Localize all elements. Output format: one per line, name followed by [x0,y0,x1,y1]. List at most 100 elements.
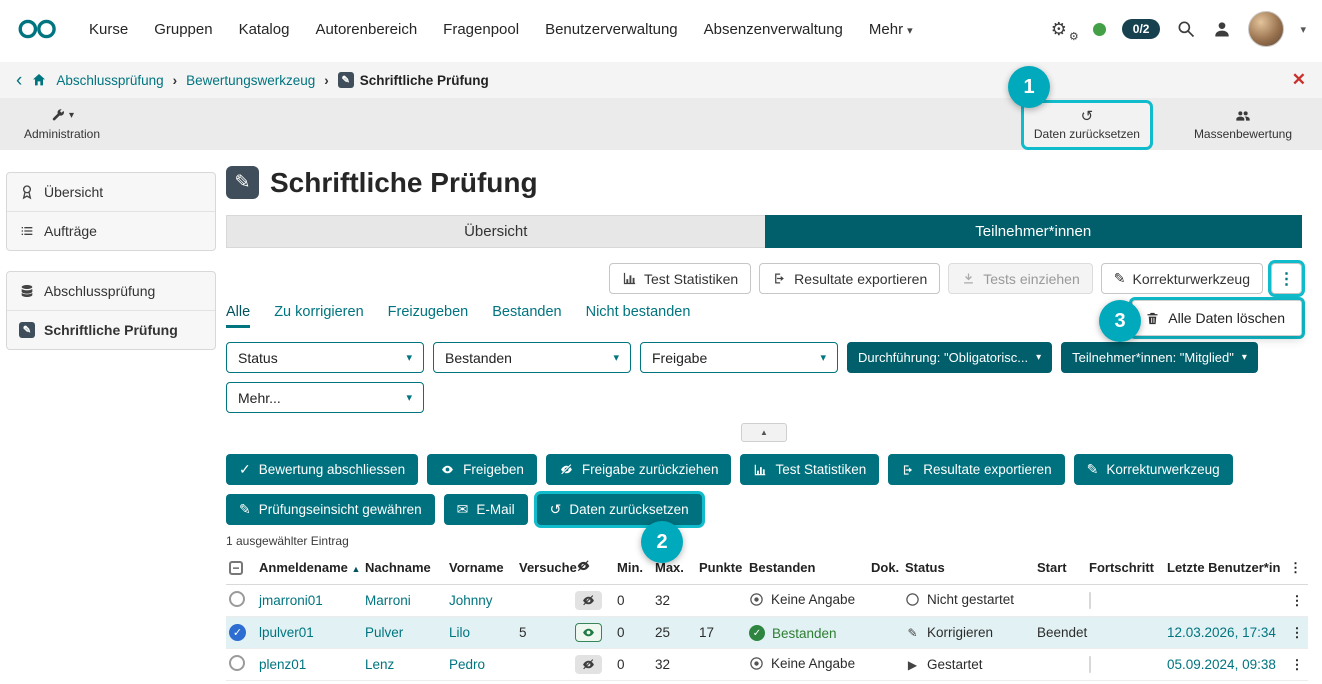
breadcrumb-current: ✎ Schriftliche Prüfung [338,72,489,88]
nav-item-fragenpool[interactable]: Fragenpool [430,13,532,46]
progress-bar [1089,656,1091,673]
nav-item-kurse[interactable]: Kurse [76,13,141,46]
nav-item-benutzerverwaltung[interactable]: Benutzerverwaltung [532,13,691,46]
column-header-start[interactable]: Start [1034,550,1086,585]
back-button[interactable]: ‹ [16,71,22,90]
column-header-nachname[interactable]: Nachname [362,550,446,585]
infinity-logo-icon[interactable] [16,17,60,41]
row-checkbox[interactable] [229,591,245,607]
login-link[interactable]: lpulver01 [259,625,314,640]
nav-item-absenzenverwaltung[interactable]: Absenzenverwaltung [691,13,856,46]
export-results-bulk-button[interactable]: Resultate exportieren [888,454,1064,485]
breadcrumb-link-abschlusspruefung[interactable]: Abschlussprüfung [56,73,163,88]
sidebar-item-schriftliche-pruefung[interactable]: ✎ Schriftliche Prüfung [7,310,215,349]
row-kebab-button[interactable]: ⋮ [1286,585,1308,617]
collapse-filters-button[interactable]: ▲ [741,423,787,442]
firstname-link[interactable]: Pedro [449,657,485,672]
last-user-link[interactable]: 05.09.2024, 09:38 [1167,657,1276,672]
menu-item-delete-all-data[interactable]: Alle Daten löschen [1132,300,1302,336]
row-checkbox-checked[interactable]: ✓ [229,624,246,641]
withdraw-release-button[interactable]: Freigabe zurückziehen [546,454,732,485]
filter-teilnehmer-active[interactable]: Teilnehmer*innen: "Mitglied" ▾ [1061,342,1258,373]
breadcrumb: ‹ Abschlussprüfung › Bewertungswerkzeug … [0,62,1322,98]
filter-tab-freizugeben[interactable]: Freizugeben [388,304,469,328]
column-header-punkte[interactable]: Punkte [696,550,746,585]
settings-gears-icon[interactable]: ⚙⚙ [1051,19,1077,40]
firstname-link[interactable]: Johnny [449,593,493,608]
eye-off-icon [575,559,592,573]
column-header-visibility[interactable] [572,550,614,585]
finish-assessment-button[interactable]: ✓ Bewertung abschliessen [226,454,418,485]
column-header-letzte-benutzerin[interactable]: Letzte Benutzer*in [1164,550,1286,585]
reset-data-toolbar-button[interactable]: ↺ Daten zurücksetzen [1024,103,1150,147]
title-row: ✎ Schriftliche Prüfung [226,166,1302,199]
column-header-versuche[interactable]: Versuche [516,550,572,585]
filter-durchfuehrung-active[interactable]: Durchführung: "Obligatorisc... ▾ [847,342,1052,373]
column-header-fortschritt[interactable]: Fortschritt [1086,550,1164,585]
row-checkbox[interactable] [229,655,245,671]
nav-item-autorenbereich[interactable]: Autorenbereich [302,13,430,46]
column-header-anmeldename[interactable]: Anmeldename ▲ [256,550,362,585]
min-cell: 0 [614,649,652,681]
login-link[interactable]: plenz01 [259,657,306,672]
sidebar-item-auftraege[interactable]: Aufträge [7,211,215,250]
nav-item-gruppen[interactable]: Gruppen [141,13,225,46]
table-settings-kebab[interactable]: ⋮ [1286,550,1308,585]
column-header-status[interactable]: Status [902,550,1034,585]
tasks-count-badge[interactable]: 0/2 [1122,19,1161,39]
row-kebab-button[interactable]: ⋮ [1286,649,1308,681]
lastname-link[interactable]: Pulver [365,625,403,640]
row-kebab-button[interactable]: ⋮ [1286,617,1308,649]
tab-teilnehmerinnen[interactable]: Teilnehmer*innen [765,215,1303,248]
avatar[interactable] [1248,11,1284,47]
navbar-right: ⚙⚙ 0/2 ▾ [1051,11,1306,47]
column-header-bestanden[interactable]: Bestanden [746,550,868,585]
close-icon[interactable]: ✕ [1292,70,1306,90]
user-profile-icon[interactable] [1212,19,1232,39]
mass-assessment-button[interactable]: Massenbewertung [1184,103,1302,147]
lastname-link[interactable]: Marroni [365,593,411,608]
tab-uebersicht[interactable]: Übersicht [226,215,765,248]
check-circle-icon: ✓ [749,625,765,641]
email-button[interactable]: ✉ E-Mail [444,494,528,525]
filter-freigabe-select[interactable]: Freigabe ▾ [640,342,838,373]
filter-tab-nicht-bestanden[interactable]: Nicht bestanden [586,304,691,328]
home-icon[interactable] [31,72,47,88]
administration-button[interactable]: ▾ Administration [14,103,110,147]
filter-bestanden-select[interactable]: Bestanden ▾ [433,342,631,373]
top-action-bar: Test Statistiken Resultate exportieren T… [226,263,1302,294]
filter-status-select[interactable]: Status ▾ [226,342,424,373]
test-statistics-button[interactable]: Test Statistiken [609,263,751,294]
search-icon[interactable] [1176,19,1196,39]
sidebar-item-uebersicht[interactable]: Übersicht [7,173,215,211]
filter-tab-zu-korrigieren[interactable]: Zu korrigieren [274,304,363,328]
breadcrumb-link-bewertungswerkzeug[interactable]: Bewertungswerkzeug [186,73,315,88]
nav-item-katalog[interactable]: Katalog [226,13,303,46]
chevron-down-icon: ▾ [613,351,619,364]
reset-data-bulk-button[interactable]: ↺ Daten zurücksetzen [537,494,702,525]
last-user-link[interactable]: 12.03.2026, 17:34 [1167,625,1276,640]
passed-cell: Keine Angabe [749,592,855,607]
release-button[interactable]: Freigeben [427,454,537,485]
correction-tool-button[interactable]: ✎ Korrekturwerkzeug [1101,263,1263,294]
column-header-dok[interactable]: Dok. [868,550,902,585]
correction-tool-bulk-button[interactable]: ✎ Korrekturwerkzeug [1074,454,1233,485]
nav-item-mehr[interactable]: Mehr▾ [856,13,926,46]
firstname-link[interactable]: Lilo [449,625,470,640]
filter-tab-bestanden[interactable]: Bestanden [492,304,561,328]
chevron-right-icon: › [324,73,329,88]
test-statistics-bulk-button[interactable]: Test Statistiken [740,454,879,485]
more-actions-kebab-button[interactable]: ⋮ [1271,263,1302,294]
filter-tab-alle[interactable]: Alle [226,304,250,328]
sidebar-group-course: Abschlussprüfung ✎ Schriftliche Prüfung [6,271,216,350]
chevron-down-icon[interactable]: ▾ [1300,23,1306,36]
login-link[interactable]: jmarroni01 [259,593,323,608]
sidebar-item-abschlusspruefung[interactable]: Abschlussprüfung [7,272,215,310]
column-header-vorname[interactable]: Vorname [446,550,516,585]
lastname-link[interactable]: Lenz [365,657,394,672]
pencil-icon: ✎ [1087,461,1099,478]
export-results-button[interactable]: Resultate exportieren [759,263,940,294]
select-all-checkbox[interactable]: − [229,561,243,575]
grant-exam-review-button[interactable]: ✎ Prüfungseinsicht gewähren [226,494,435,525]
filter-mehr-select[interactable]: Mehr... ▾ [226,382,424,413]
